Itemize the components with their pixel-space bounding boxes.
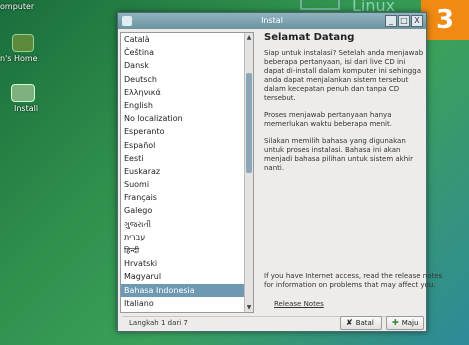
release-notes-link[interactable]: Release Notes	[274, 300, 324, 308]
window-title: Instal	[261, 16, 283, 25]
minimize-icon[interactable]: _	[385, 15, 397, 27]
welcome-heading: Selamat Datang	[264, 32, 355, 43]
desktop-computer-label[interactable]: omputer	[0, 2, 34, 11]
language-item[interactable]: Italiano	[121, 297, 253, 310]
forward-icon: ✚	[392, 318, 399, 327]
home-folder-icon[interactable]	[12, 34, 34, 52]
scrollbar-thumb[interactable]	[246, 73, 252, 173]
install-disc-icon[interactable]	[11, 84, 35, 102]
cancel-x-icon: ✘	[346, 318, 353, 327]
desktop-home-label[interactable]: n's Home	[0, 54, 38, 63]
welcome-paragraph: Proses menjawab pertanyaan hanya memerlu…	[264, 111, 392, 128]
desktop-install-label[interactable]: Install	[14, 104, 38, 113]
window-controls: _ □ X	[385, 15, 423, 27]
language-item[interactable]: हिन्दी	[121, 244, 253, 257]
language-item-selected[interactable]: Bahasa Indonesia	[121, 283, 253, 297]
language-item[interactable]: English	[121, 99, 253, 112]
language-item[interactable]: Euskaraz	[121, 165, 253, 178]
welcome-panel: Selamat Datang Siap untuk instalasi? Set…	[264, 32, 442, 313]
language-item[interactable]: Magyarul	[121, 270, 253, 283]
cancel-button-label: Batal	[355, 319, 374, 327]
welcome-paragraph: Silakan memilih bahasa yang digunakan un…	[264, 137, 413, 172]
maximize-icon[interactable]: □	[398, 15, 410, 27]
mint-logo-icon	[300, 0, 340, 10]
language-item[interactable]: Suomi	[121, 178, 253, 191]
language-item[interactable]: עברית	[121, 231, 253, 244]
internet-note: If you have Internet access, read the re…	[264, 272, 443, 289]
figure-number-badge: 3	[421, 0, 469, 40]
language-item[interactable]: Čeština	[121, 46, 253, 59]
close-icon[interactable]: X	[411, 15, 423, 27]
next-button[interactable]: ✚ Maju	[386, 316, 424, 330]
scroll-down-icon[interactable]: ▼	[245, 303, 253, 312]
language-list-scrollbar[interactable]: ▲ ▼	[244, 33, 253, 312]
cancel-button[interactable]: ✘ Batal	[340, 316, 382, 330]
language-item[interactable]: Deutsch	[121, 73, 253, 86]
language-item[interactable]: Eesti	[121, 152, 253, 165]
language-item[interactable]: Esperanto	[121, 125, 253, 138]
language-item[interactable]: Galego	[121, 204, 253, 217]
window-titlebar[interactable]: Instal _ □ X	[118, 13, 426, 29]
language-list[interactable]: Català Čeština Dansk Deutsch Ελληνικά En…	[120, 32, 254, 313]
language-item[interactable]: Français	[121, 191, 253, 204]
step-indicator: Langkah 1 dari 7	[129, 319, 188, 327]
language-item[interactable]: Català	[121, 33, 253, 46]
scroll-up-icon[interactable]: ▲	[245, 33, 253, 42]
next-button-label: Maju	[401, 319, 419, 327]
language-item[interactable]: Español	[121, 139, 253, 152]
language-item[interactable]: Ελληνικά	[121, 86, 253, 99]
welcome-paragraph: Siap untuk instalasi? Setelah anda menja…	[264, 49, 424, 102]
language-item[interactable]: No localization	[121, 112, 253, 125]
language-item[interactable]: Hrvatski	[121, 257, 253, 270]
language-item[interactable]: Dansk	[121, 59, 253, 72]
installer-window: Instal _ □ X Català Čeština Dansk Deutsc…	[117, 12, 442, 332]
language-item[interactable]: ગુજરાતી	[121, 218, 253, 231]
